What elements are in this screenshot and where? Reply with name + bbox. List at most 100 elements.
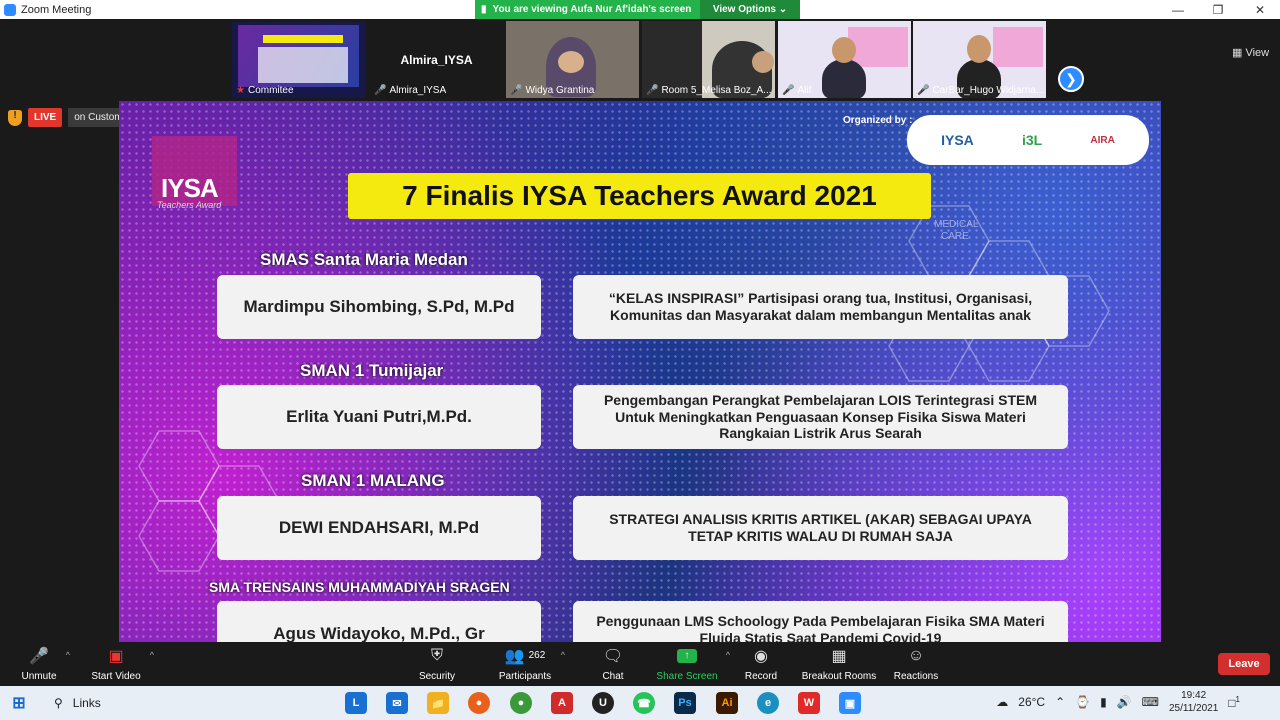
aira-logo: AIRA <box>1090 134 1115 146</box>
chevron-up-icon[interactable]: ^ <box>66 650 70 660</box>
school-name: SMAN 1 MALANG <box>301 471 445 490</box>
close-button[interactable]: ✕ <box>1240 0 1280 19</box>
virtual-background <box>848 27 908 67</box>
participant-tile[interactable]: 🎤 Room 5_Melisa Boz_A... <box>642 21 775 98</box>
viewing-banner: ▮ You are viewing Aufa Nur Af'idah's scr… <box>475 0 800 19</box>
participant-tile[interactable]: 🎤 Alif <box>778 21 911 98</box>
chevron-up-icon[interactable]: ^ <box>561 650 565 660</box>
record-button[interactable]: ◉ Record <box>743 642 779 686</box>
temperature: 26°C <box>1018 695 1046 709</box>
shield-icon: ⛨ <box>430 646 443 664</box>
acrobat-icon[interactable]: A <box>551 692 573 714</box>
screen-share-icon: ▮ <box>481 4 487 15</box>
breakout-rooms-button[interactable]: ▦ Breakout Rooms <box>800 642 878 686</box>
muted-mic-icon: 🎤 <box>510 85 523 96</box>
pin-icon: ★ <box>236 85 245 96</box>
whatsapp-icon[interactable]: ☎ <box>633 692 655 714</box>
video-off-icon: ▣ <box>108 647 124 665</box>
participants-icon: 👥 262 <box>504 647 546 665</box>
finalist-topic: STRATEGI ANALISIS KRITIS ARTIKEL (AKAR) … <box>573 496 1068 560</box>
next-page-button[interactable]: ❯ <box>1058 66 1084 92</box>
leave-button[interactable]: Leave <box>1218 653 1270 675</box>
zoom-app-icon <box>4 3 16 16</box>
taskbar-search[interactable]: ⚲ Links <box>48 690 333 716</box>
photoshop-icon[interactable]: Ps <box>674 692 696 714</box>
windows-taskbar: ⊞ ⚲ Links L ✉ 📁 ● ● A U ☎ Ps Ai e W ▣ ☁ … <box>0 686 1280 720</box>
security-button[interactable]: ⛨ Security <box>417 642 457 686</box>
search-icon: ⚲ <box>54 696 63 710</box>
finalist-topic: Pengembangan Perangkat Pembelajaran LOIS… <box>573 385 1068 449</box>
breakout-rooms-icon: ▦ <box>831 647 847 665</box>
app-l-icon[interactable]: L <box>345 692 367 714</box>
keyboard-icon[interactable]: ⌨ <box>1142 695 1159 709</box>
edge-icon[interactable]: e <box>757 692 779 714</box>
participant-tile[interactable]: Almira_IYSA 🎤 Almira_IYSA <box>370 21 503 98</box>
notification-icon[interactable]: □1 <box>1228 695 1240 710</box>
participant-tile[interactable]: 🎤 CarBar_Hugo Widjarna... <box>913 21 1046 98</box>
tile-name: 🎤 Alif <box>782 85 812 96</box>
participant-body <box>822 59 866 98</box>
participant-tile[interactable]: 🎤 Widya Grantina <box>506 21 639 98</box>
zoom-taskbar-icon[interactable]: ▣ <box>839 692 861 714</box>
window-title: Zoom Meeting <box>21 3 92 16</box>
illustrator-icon[interactable]: Ai <box>716 692 738 714</box>
chevron-up-icon[interactable]: ^ <box>150 650 154 660</box>
school-name: SMAS Santa Maria Medan <box>260 250 468 269</box>
chevron-right-icon: ❯ <box>1065 70 1077 87</box>
reactions-button[interactable]: ☺ Reactions <box>893 642 939 686</box>
restore-button[interactable]: ❐ <box>1198 0 1238 19</box>
wps-icon[interactable]: W <box>798 692 820 714</box>
start-video-button[interactable]: ▣ Start Video ^ <box>90 642 154 686</box>
finalist-name: Agus Widayoko, M.Pd., Gr <box>217 601 541 642</box>
file-explorer-icon[interactable]: 📁 <box>427 692 449 714</box>
iysa-teachers-award-logo: IYSA Teachers Award <box>127 131 237 211</box>
live-badge[interactable]: LIVE <box>28 108 63 127</box>
windows-start-icon[interactable]: ⊞ <box>8 692 30 714</box>
shared-screen: MEDICAL CARE IYSA Teachers Award Organiz… <box>119 101 1161 642</box>
muted-mic-icon: 🎤 <box>374 85 387 96</box>
volume-icon[interactable]: 🔊 <box>1117 695 1132 709</box>
virtual-background <box>993 27 1043 67</box>
finalist-name: Mardimpu Sihombing, S.Pd, M.Pd <box>217 275 541 339</box>
finalist-name: Erlita Yuani Putri,M.Pd. <box>217 385 541 449</box>
tile-display-name: Almira_IYSA <box>400 53 473 67</box>
participant-tile[interactable]: ★ Commitee <box>232 21 365 98</box>
participant-face <box>967 35 991 63</box>
participants-button[interactable]: 👥 262 Participants ^ <box>497 642 565 686</box>
tile-name: ★ Commitee <box>236 85 294 96</box>
clock[interactable]: 19:42 25/11/2021 <box>1169 689 1218 715</box>
unmute-button[interactable]: 🎤 Unmute ^ <box>20 642 70 686</box>
tile-name: 🎤 Room 5_Melisa Boz_A... <box>646 85 772 96</box>
finalist-topic: “KELAS INSPIRASI” Partisipasi orang tua,… <box>573 275 1068 339</box>
mail-icon[interactable]: ✉ <box>386 692 408 714</box>
share-screen-icon: ↑ <box>677 647 697 665</box>
chat-icon: 🗨 <box>602 647 624 665</box>
grid-icon: ▦ <box>1232 47 1243 59</box>
shared-slide-thumbnail <box>238 25 359 87</box>
participant-face <box>752 51 774 73</box>
finalist-topic: Penggunaan LMS Schoology Pada Pembelajar… <box>573 601 1068 642</box>
view-options-button[interactable]: View Options ⌄ <box>700 0 800 19</box>
iysa-logo: IYSA <box>941 132 974 148</box>
security-shield-icon[interactable]: ! <box>8 109 22 126</box>
smiley-icon: ☺ <box>907 646 925 664</box>
chevron-up-icon[interactable]: ^ <box>726 650 730 660</box>
network-icon[interactable]: ⌚ <box>1075 695 1090 709</box>
firefox-icon[interactable]: ● <box>468 692 490 714</box>
share-screen-button[interactable]: ↑ Share Screen ^ <box>656 642 730 686</box>
participant-face <box>832 37 856 63</box>
chevron-up-icon[interactable]: ⌃ <box>1055 695 1065 709</box>
chrome-icon[interactable]: ● <box>510 692 532 714</box>
app-u-icon[interactable]: U <box>592 692 614 714</box>
svg-text:MEDICAL: MEDICAL <box>934 219 979 230</box>
view-button[interactable]: ▦ View <box>1232 46 1269 59</box>
i3l-logo: i3L <box>1021 132 1043 148</box>
organized-by-label: Organized by : <box>843 115 913 126</box>
muted-mic-icon: 🎤 <box>646 85 659 96</box>
participant-face <box>558 51 584 73</box>
minimize-button[interactable]: — <box>1158 0 1198 19</box>
slide-title: 7 Finalis IYSA Teachers Award 2021 <box>348 173 931 219</box>
battery-icon[interactable]: ▮ <box>1100 695 1107 709</box>
chat-button[interactable]: 🗨 Chat <box>600 642 626 686</box>
svg-text:CARE: CARE <box>941 231 969 242</box>
